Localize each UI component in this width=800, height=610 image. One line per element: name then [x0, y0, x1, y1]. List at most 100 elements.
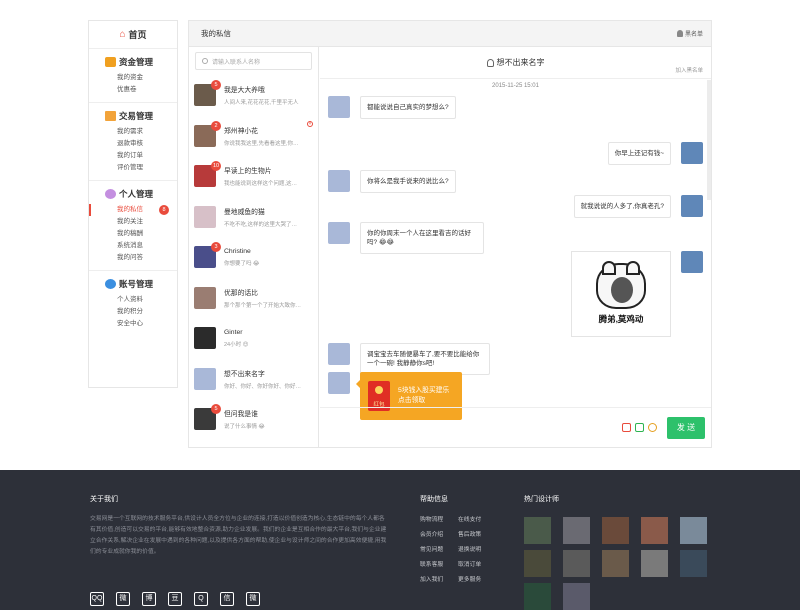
clipboard-icon	[105, 111, 116, 121]
wallet-icon	[105, 57, 116, 67]
avatar[interactable]	[328, 222, 350, 244]
contact-preview: 你好、你好、你好你好、你好…	[224, 383, 302, 390]
footer-link[interactable]: 常见问题	[420, 544, 458, 553]
footer-link[interactable]: 在线支付	[458, 514, 494, 523]
red-packet-action: 点击领取	[398, 397, 426, 404]
avatar[interactable]	[328, 170, 350, 192]
sidebar-item-profile[interactable]: 个人资料	[89, 294, 177, 306]
designer-avatar[interactable]	[524, 550, 551, 577]
footer-help: 帮助信息 购物流程 在线支付 会员介绍 售后政策 常见问题 退换说明 联系客服 …	[420, 494, 494, 583]
message-input[interactable]	[326, 416, 622, 440]
nav-group-account: 账号管理 个人资料 我的积分 安全中心	[89, 271, 177, 336]
blacklist-link[interactable]: 黑名单	[676, 29, 703, 38]
sidebar-item-my-demands[interactable]: 我的需求	[89, 126, 177, 138]
contact-preview: 人间人来,花花花花,千里平无人	[224, 100, 299, 107]
user-icon	[676, 30, 683, 37]
footer-link[interactable]: 退换说明	[458, 544, 494, 553]
douban-icon[interactable]: 豆	[168, 592, 182, 606]
nav-group-funds: 资金管理 我的资金 优惠卷	[89, 49, 177, 103]
contact-item[interactable]: 3 Christine 你想要了吗 😂	[189, 237, 318, 278]
qzone-icon[interactable]: Q	[194, 592, 208, 606]
image-icon[interactable]	[635, 423, 644, 432]
weixin-icon[interactable]: 微	[246, 592, 260, 606]
sidebar-item-messages[interactable]: 我的私信 8	[89, 204, 177, 216]
weibo-icon[interactable]: 博	[142, 592, 156, 606]
designer-avatar[interactable]	[641, 517, 668, 544]
sidebar-item-my-funds[interactable]: 我的资金	[89, 72, 177, 84]
avatar[interactable]	[681, 195, 703, 217]
sidebar-item-my-orders[interactable]: 我的订单	[89, 150, 177, 162]
contact-item[interactable]: 5 但问我是谁 说了什么事情 😂	[189, 399, 318, 440]
footer-link[interactable]: 更多服务	[458, 574, 494, 583]
contact-name: Christine	[224, 247, 251, 255]
contact-preview: 不吃不吃,这样的这里大哭了…	[224, 221, 298, 228]
designer-avatar[interactable]	[680, 550, 707, 577]
designer-avatar[interactable]	[680, 517, 707, 544]
designer-avatar[interactable]	[602, 550, 629, 577]
contact-item[interactable]: Ginter 24小时 😍	[189, 318, 318, 359]
message-bubble: 调宝宝去车随便暴车了,要不要比能给你一个一碗! 我静静你s吧!	[360, 343, 490, 375]
footer-link[interactable]: 加入我们	[420, 574, 458, 583]
sidebar-item-refunds[interactable]: 退款审核	[89, 138, 177, 150]
sidebar-item-qa[interactable]: 我的问答	[89, 252, 177, 264]
avatar[interactable]	[681, 251, 703, 273]
footer-link[interactable]: 购物流程	[420, 514, 458, 523]
avatar[interactable]	[328, 96, 350, 118]
contact-item[interactable]: 10 早读上的生物片 我也能说到这样这个问题,这…	[189, 156, 318, 197]
footer-link[interactable]: 会员介绍	[420, 529, 458, 538]
designer-avatar[interactable]	[563, 583, 590, 610]
person-icon	[105, 189, 116, 199]
send-button[interactable]: 发 送	[667, 416, 705, 439]
sidebar-item-system-msg[interactable]: 系统消息	[89, 240, 177, 252]
sidebar-item-reviews[interactable]: 评价管理	[89, 162, 177, 174]
avatar[interactable]	[328, 343, 350, 365]
contact-item[interactable]: 5 我是大大养哦 人间人来,花花花花,千里平无人	[189, 75, 318, 116]
nav-group-trade: 交易管理 我的需求 退款审核 我的订单 评价管理	[89, 103, 177, 181]
contact-item[interactable]: 优那的话比 那个那个第一个了开始大致你…	[189, 278, 318, 319]
message-bubble: 都能说说自己真实的梦想么?	[360, 96, 456, 119]
designer-avatar[interactable]	[641, 550, 668, 577]
contact-item[interactable]: 曼地威鱼的猫 不吃不吃,这样的这里大哭了…	[189, 197, 318, 238]
sticker-caption: 腾弟,莫鸡动	[598, 314, 644, 324]
contact-item[interactable]: 2 郑州神小花 你说我我这里,先看看这里,你… ×	[189, 116, 318, 157]
designer-avatar[interactable]	[602, 517, 629, 544]
home-label: 首页	[128, 30, 147, 40]
sidebar-item-security[interactable]: 安全中心	[89, 318, 177, 330]
conversation-header: 想不出来名字 加入黑名单	[320, 47, 711, 79]
sidebar-item-points[interactable]: 我的积分	[89, 306, 177, 318]
message-row: 都能说说自己真实的梦想么?	[328, 96, 456, 119]
qq-icon[interactable]: QQ	[90, 592, 104, 606]
message-row: 你将么是我手说来的说比么?	[328, 170, 456, 193]
sidebar-item-following[interactable]: 我的关注	[89, 216, 177, 228]
message-timestamp: 2015-11-25 15:01	[492, 83, 539, 89]
message-icon[interactable]: 信	[220, 592, 234, 606]
designer-avatar[interactable]	[563, 550, 590, 577]
avatar[interactable]	[328, 372, 350, 394]
contact-name: Ginter	[224, 328, 243, 336]
wechat-icon[interactable]: 微	[116, 592, 130, 606]
home-link[interactable]: ⌂ 首页	[89, 21, 177, 49]
nav-group-title: 个人管理	[89, 187, 177, 201]
contact-preview: 24小时 😍	[224, 341, 249, 348]
footer-link[interactable]: 售后政策	[458, 529, 494, 538]
footer-link[interactable]: 联系客服	[420, 559, 458, 568]
sidebar-item-coupons[interactable]: 优惠卷	[89, 84, 177, 96]
contact-search-input[interactable]: 请输入联系人名称	[195, 52, 312, 70]
sticker-image: 腾弟,莫鸡动	[571, 251, 671, 337]
sidebar-item-earnings[interactable]: 我的稿酬	[89, 228, 177, 240]
close-icon[interactable]: ×	[307, 120, 313, 127]
footer-link[interactable]: 取消订单	[458, 559, 494, 568]
red-packet-icon[interactable]	[622, 423, 631, 432]
nav-group-title: 资金管理	[89, 55, 177, 69]
contact-item[interactable]: 想不出来名字 你好、你好、你好你好、你好…	[189, 359, 318, 400]
designer-avatar[interactable]	[524, 517, 551, 544]
add-to-blacklist-link[interactable]: 加入黑名单	[675, 66, 703, 74]
footer-heading: 关于我们	[90, 496, 118, 503]
scrollbar[interactable]	[707, 80, 711, 200]
designer-avatar[interactable]	[563, 517, 590, 544]
emoji-icon[interactable]	[648, 423, 657, 432]
designer-avatar[interactable]	[524, 583, 551, 610]
conversation: 想不出来名字 加入黑名单 2015-11-25 15:01 都能说说自己真实的梦…	[320, 47, 711, 447]
message-row: 调宝宝去车随便暴车了,要不要比能给你一个一碗! 我静静你s吧!	[328, 343, 490, 375]
avatar[interactable]	[681, 142, 703, 164]
